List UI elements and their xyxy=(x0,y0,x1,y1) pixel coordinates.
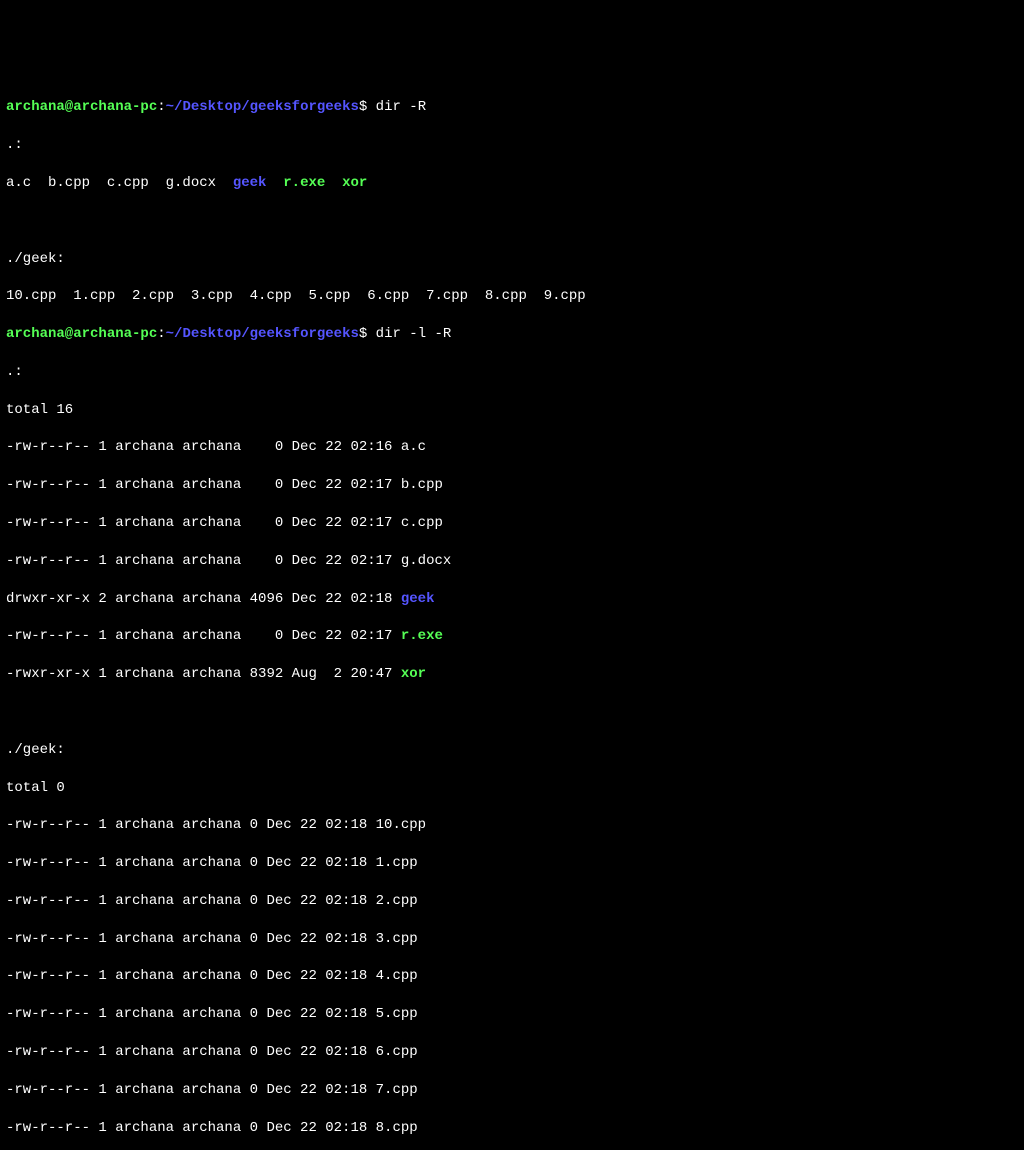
file-perms: -rw-r--r-- 1 archana archana 0 Dec 22 02… xyxy=(6,628,401,644)
output-line: -rwxr-xr-x 1 archana archana 8392 Aug 2 … xyxy=(6,665,1018,684)
terminal-content[interactable]: archana@archana-pc:~/Desktop/geeksforgee… xyxy=(6,80,1018,1150)
output-line: -rw-r--r-- 1 archana archana 0 Dec 22 02… xyxy=(6,892,1018,911)
output-line: -rw-r--r-- 1 archana archana 0 Dec 22 02… xyxy=(6,514,1018,533)
prompt-user-host: archana@archana-pc xyxy=(6,326,157,342)
file-perms: -rwxr-xr-x 1 archana archana 8392 Aug 2 … xyxy=(6,666,401,682)
file-perms: drwxr-xr-x 2 archana archana 4096 Dec 22… xyxy=(6,591,401,607)
output-line: total 0 xyxy=(6,779,1018,798)
output-line: .: xyxy=(6,136,1018,155)
executable-name: xor xyxy=(342,175,367,191)
command-text: dir -R xyxy=(367,99,426,115)
output-line: -rw-r--r-- 1 archana archana 0 Dec 22 02… xyxy=(6,627,1018,646)
blank-line xyxy=(6,703,1018,722)
file-list: a.c b.cpp c.cpp g.docx xyxy=(6,175,233,191)
directory-name: geek xyxy=(401,591,435,607)
output-line: a.c b.cpp c.cpp g.docx geek r.exe xor xyxy=(6,174,1018,193)
prompt-path: ~/Desktop/geeksforgeeks xyxy=(166,326,359,342)
output-line: -rw-r--r-- 1 archana archana 0 Dec 22 02… xyxy=(6,816,1018,835)
output-line: -rw-r--r-- 1 archana archana 0 Dec 22 02… xyxy=(6,438,1018,457)
output-line: -rw-r--r-- 1 archana archana 0 Dec 22 02… xyxy=(6,1005,1018,1024)
output-line: ./geek: xyxy=(6,250,1018,269)
output-line: -rw-r--r-- 1 archana archana 0 Dec 22 02… xyxy=(6,854,1018,873)
executable-name: xor xyxy=(401,666,426,682)
output-line: total 16 xyxy=(6,401,1018,420)
file-list xyxy=(266,175,283,191)
executable-name: r.exe xyxy=(283,175,325,191)
output-line: -rw-r--r-- 1 archana archana 0 Dec 22 02… xyxy=(6,1081,1018,1100)
command-text: dir -l -R xyxy=(367,326,451,342)
output-line: .: xyxy=(6,363,1018,382)
file-list xyxy=(325,175,342,191)
executable-name: r.exe xyxy=(401,628,443,644)
prompt-line-2: archana@archana-pc:~/Desktop/geeksforgee… xyxy=(6,325,1018,344)
output-line: -rw-r--r-- 1 archana archana 0 Dec 22 02… xyxy=(6,967,1018,986)
directory-name: geek xyxy=(233,175,267,191)
output-line: ./geek: xyxy=(6,741,1018,760)
output-line: -rw-r--r-- 1 archana archana 0 Dec 22 02… xyxy=(6,476,1018,495)
output-line: -rw-r--r-- 1 archana archana 0 Dec 22 02… xyxy=(6,1119,1018,1138)
output-line: 10.cpp 1.cpp 2.cpp 3.cpp 4.cpp 5.cpp 6.c… xyxy=(6,287,1018,306)
blank-line xyxy=(6,212,1018,231)
output-line: -rw-r--r-- 1 archana archana 0 Dec 22 02… xyxy=(6,930,1018,949)
prompt-separator: : xyxy=(157,99,165,115)
prompt-line-1: archana@archana-pc:~/Desktop/geeksforgee… xyxy=(6,98,1018,117)
output-line: drwxr-xr-x 2 archana archana 4096 Dec 22… xyxy=(6,590,1018,609)
prompt-separator: : xyxy=(157,326,165,342)
output-line: -rw-r--r-- 1 archana archana 0 Dec 22 02… xyxy=(6,1043,1018,1062)
prompt-path: ~/Desktop/geeksforgeeks xyxy=(166,99,359,115)
output-line: -rw-r--r-- 1 archana archana 0 Dec 22 02… xyxy=(6,552,1018,571)
prompt-user-host: archana@archana-pc xyxy=(6,99,157,115)
